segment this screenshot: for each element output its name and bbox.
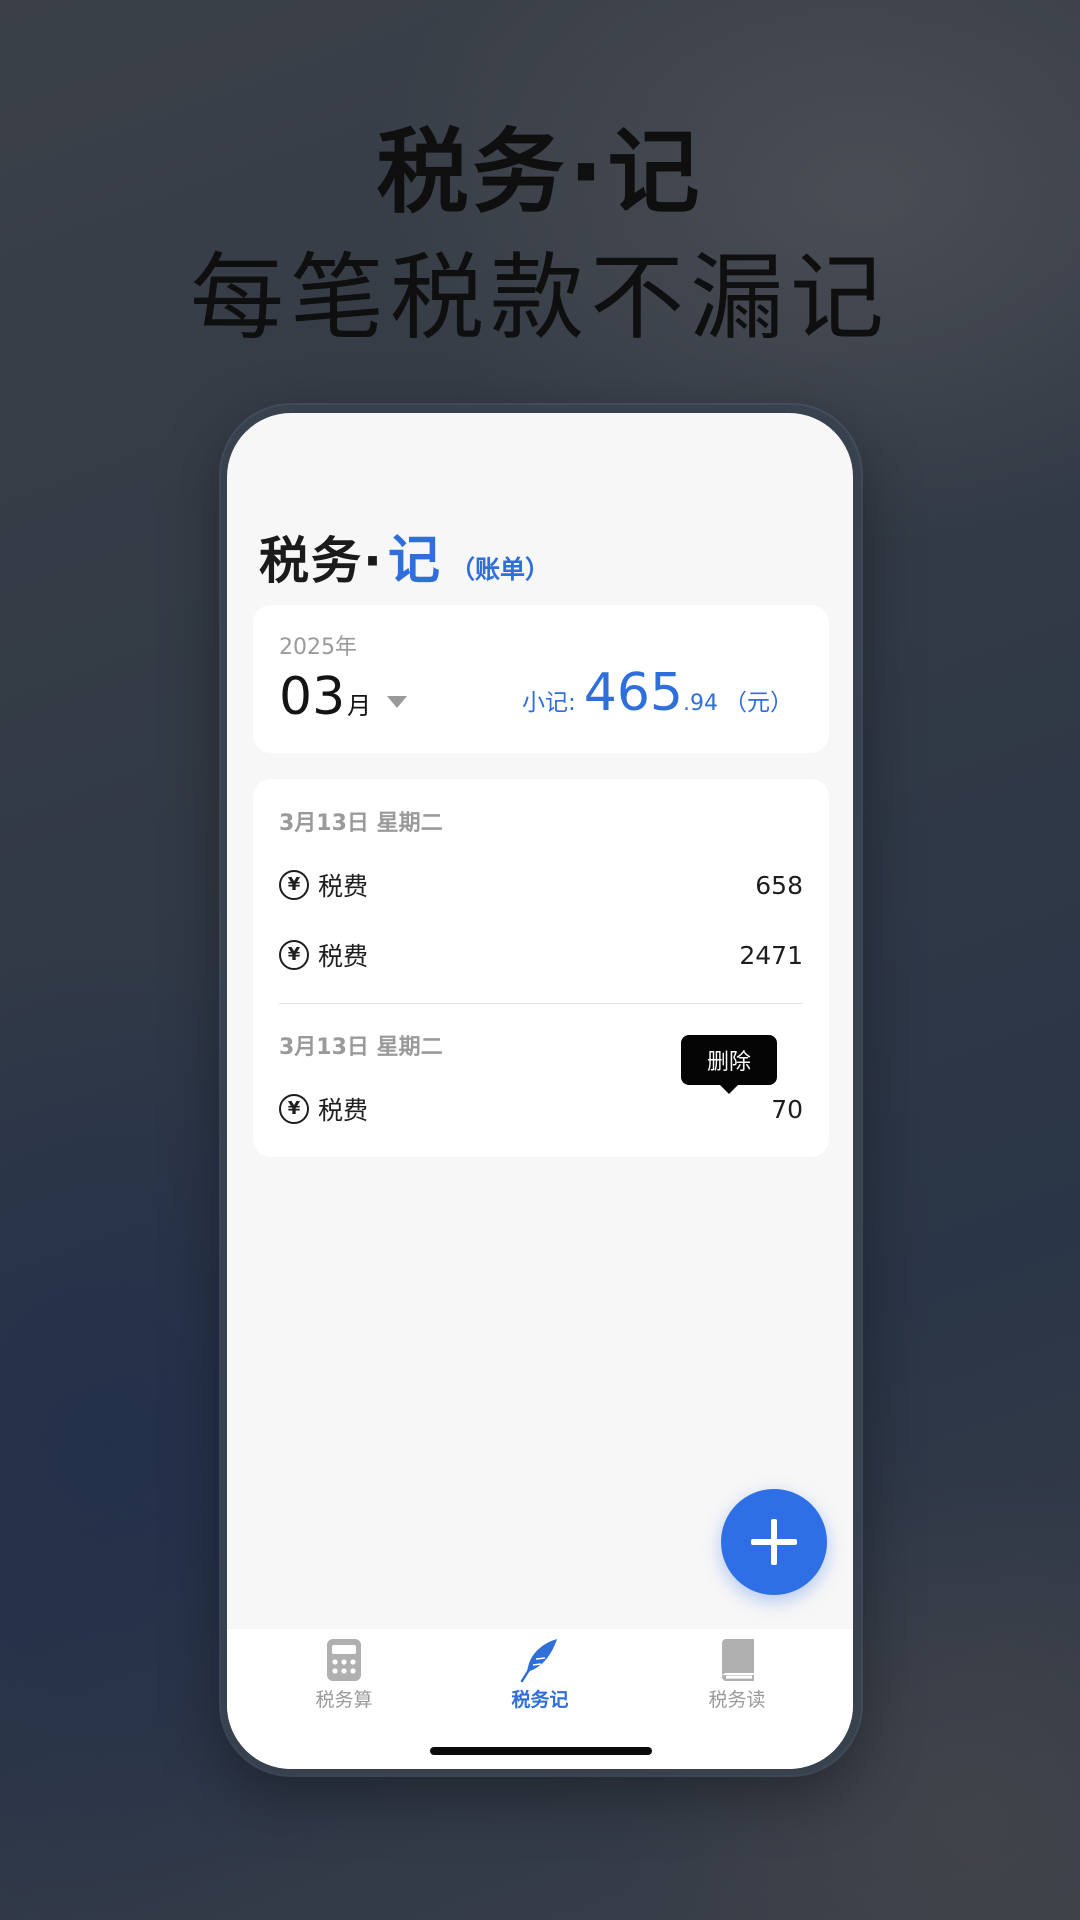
- calculator-icon: [327, 1639, 361, 1681]
- subtotal: 小记: 465 .94 （元）: [522, 663, 793, 723]
- tab-label: 税务记: [511, 1689, 569, 1711]
- plus-icon: [751, 1519, 797, 1565]
- page-title-tag: （账单）: [450, 555, 551, 584]
- month-number: 03: [279, 667, 346, 727]
- phone-screen: 税务· 记 （账单） 2025年 03 月 小记: 465 .94 （元） 3月…: [227, 413, 853, 1769]
- entry-amount: 70: [771, 1094, 803, 1124]
- date-header: 3月13日 星期二: [279, 1035, 443, 1060]
- entry-label: 税费: [318, 872, 369, 901]
- date-header: 3月13日 星期二: [279, 811, 443, 836]
- records-list-card: 3月13日 星期二 ¥ 税费 658 ¥ 税费 2471 3月13日 星期二 删…: [253, 779, 829, 1157]
- subtotal-decimal: .94: [683, 691, 718, 716]
- list-item[interactable]: ¥ 税费 70: [279, 1089, 803, 1129]
- home-indicator[interactable]: [430, 1747, 652, 1755]
- tab-calculate[interactable]: 税务算: [274, 1637, 414, 1717]
- book-icon: [722, 1639, 754, 1681]
- page-title: 税务· 记 （账单）: [259, 518, 550, 593]
- divider: [279, 1003, 803, 1004]
- add-record-button[interactable]: [721, 1489, 827, 1595]
- page-title-accent: 记: [388, 531, 441, 591]
- month-selector[interactable]: 03 月: [279, 667, 408, 727]
- list-item[interactable]: ¥ 税费 658: [279, 865, 803, 905]
- entry-amount: 2471: [739, 940, 803, 970]
- subtotal-unit: （元）: [724, 690, 793, 716]
- tab-read[interactable]: 税务读: [667, 1637, 807, 1717]
- tab-record[interactable]: 税务记: [470, 1637, 610, 1717]
- page-title-main: 税务·: [259, 532, 384, 590]
- chevron-down-icon[interactable]: [387, 696, 408, 708]
- marketing-subtitle: 每笔税款不漏记: [189, 244, 890, 353]
- yuan-circle-icon: ¥: [279, 940, 309, 970]
- tab-label: 税务读: [708, 1689, 766, 1711]
- tab-label: 税务算: [315, 1689, 373, 1711]
- subtotal-integer: 465: [583, 663, 683, 723]
- feather-icon: [520, 1639, 557, 1683]
- month-summary-card: 2025年 03 月 小记: 465 .94 （元）: [253, 605, 829, 753]
- subtotal-label: 小记:: [521, 690, 576, 716]
- yuan-circle-icon: ¥: [279, 1094, 309, 1124]
- entry-label: 税费: [318, 1096, 369, 1125]
- entry-amount: 658: [755, 870, 803, 900]
- list-item[interactable]: ¥ 税费 2471: [279, 935, 803, 975]
- delete-tooltip-button[interactable]: 删除: [681, 1035, 777, 1094]
- month-unit: 月: [347, 692, 372, 720]
- marketing-title: 税务·记: [376, 119, 704, 226]
- entry-label: 税费: [318, 942, 369, 971]
- year-label: 2025年: [279, 635, 357, 660]
- yuan-circle-icon: ¥: [279, 870, 309, 900]
